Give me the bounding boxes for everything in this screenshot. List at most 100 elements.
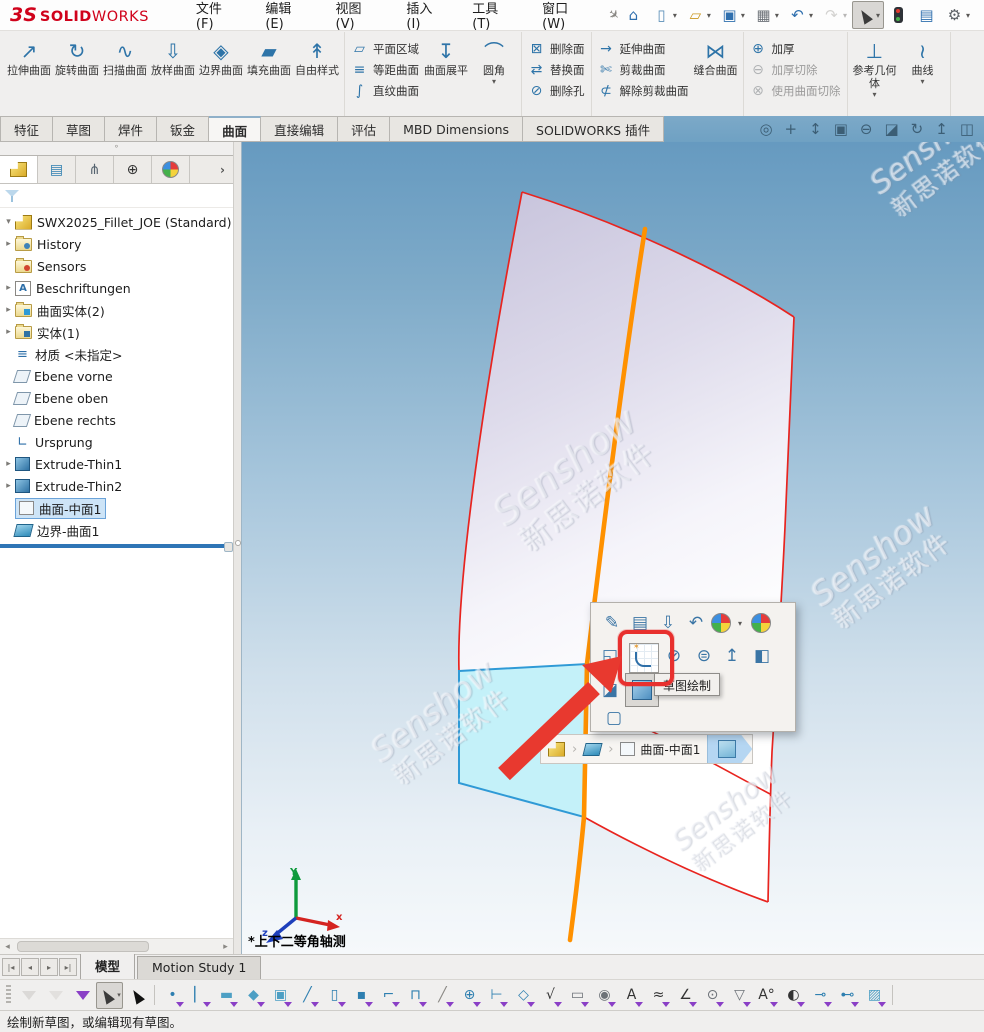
curves-button[interactable]: ≀曲线▾ <box>899 34 947 89</box>
wireframe-view-icon[interactable]: ▢ <box>601 705 627 731</box>
ribbon-tab-item[interactable]: 钣金 <box>157 116 209 142</box>
dropdown-arrow-icon[interactable]: ▾ <box>920 77 924 86</box>
filter-magnified-callouts-icon[interactable]: ⊙ <box>699 982 726 1009</box>
ribbon-tab-item[interactable]: MBD Dimensions <box>390 116 523 142</box>
section-view-icon[interactable]: ◪ <box>884 122 898 137</box>
expand-arrow-icon[interactable]: ▸ <box>2 459 15 469</box>
settings-button[interactable]: ⚙▾ <box>941 1 974 29</box>
breadcrumb-selected-face[interactable] <box>707 735 752 763</box>
dropdown-arrow-icon[interactable]: ▾ <box>117 991 121 999</box>
normal-to-icon[interactable]: ↥ <box>719 643 745 669</box>
panel-horizontal-scrollbar[interactable]: ◂ ▸ <box>0 938 233 954</box>
rotate-view-icon[interactable]: ↻ <box>911 122 924 137</box>
filter-open-contours-icon[interactable]: ⊓ <box>402 982 429 1009</box>
filter-notes-icon[interactable]: A <box>618 982 645 1009</box>
trim-surface-button[interactable]: ✄剪裁曲面 <box>598 60 689 79</box>
filter-weld-beads-icon[interactable]: ≈ <box>645 982 672 1009</box>
filter-balloons-icon[interactable]: ◉ <box>591 982 618 1009</box>
selected-tree-item[interactable]: 曲面-中面1 <box>15 498 106 519</box>
select-button[interactable]: ▾ <box>852 1 884 29</box>
fillet-button[interactable]: ⌒圆角▾ <box>470 34 518 89</box>
tree-item[interactable]: 边界-曲面1 <box>2 519 233 541</box>
delete-hole-button[interactable]: ⊘删除孔 <box>528 81 585 100</box>
filter-solid-bodies-icon[interactable]: ▣ <box>267 982 294 1009</box>
expand-arrow-icon[interactable]: ▸ <box>2 327 15 337</box>
breadcrumb-body[interactable] <box>577 735 608 763</box>
dropdown-arrow-icon[interactable]: ▾ <box>872 90 876 99</box>
tree-item[interactable]: Ebene vorne <box>2 365 233 387</box>
reference-geometry-button[interactable]: ⊥参考几何体▾ <box>851 34 899 102</box>
options-list-button[interactable]: ▤ <box>913 1 940 29</box>
filter-construction-geometry-icon[interactable]: ╱ <box>429 982 456 1009</box>
splitter-knob[interactable] <box>235 540 241 546</box>
filter-toggle-icon[interactable] <box>69 982 96 1009</box>
cut-with-surface-button[interactable]: ⊗使用曲面切除 <box>750 81 841 100</box>
dropdown-arrow-icon[interactable]: ▾ <box>707 11 711 20</box>
swept-surface-button[interactable]: ∿扫描曲面 <box>101 34 149 80</box>
ribbon-tab-item[interactable]: 评估 <box>338 116 390 142</box>
dropdown-arrow-icon[interactable]: ▾ <box>492 77 496 86</box>
filter-coordinate-systems-icon[interactable]: ⊢ <box>483 982 510 1009</box>
toolbar-grip[interactable] <box>6 985 11 1005</box>
filter-blocks-icon[interactable]: ▨ <box>861 982 888 1009</box>
model-canvas[interactable] <box>242 142 984 954</box>
dropdown-arrow-icon[interactable]: ▾ <box>876 11 880 20</box>
scroll-left-icon[interactable]: ◂ <box>0 942 15 952</box>
dropdown-arrow-icon[interactable]: ▾ <box>966 11 970 20</box>
new-document-button[interactable]: ▯▾ <box>648 1 681 29</box>
prev-tab-button[interactable]: ◂ <box>21 958 39 976</box>
extend-surface-button[interactable]: →延伸曲面 <box>598 39 689 58</box>
flatten-surface-button[interactable]: ↧曲面展平 <box>422 34 470 80</box>
interference-check-button[interactable] <box>885 1 912 29</box>
filter-funnel-disabled-icon[interactable] <box>15 982 42 1009</box>
zoom-in-out-icon[interactable]: ↕ <box>809 122 822 137</box>
displaymanager-tab[interactable] <box>152 156 190 183</box>
propertymanager-tab[interactable]: ▤ <box>38 156 76 183</box>
thicken-button[interactable]: ⊕加厚 <box>750 39 841 58</box>
delete-face-button[interactable]: ⊠删除面 <box>528 39 585 58</box>
expand-arrow-icon[interactable]: ▸ <box>2 305 15 315</box>
tree-item[interactable]: ▸实体(1) <box>2 321 233 343</box>
tree-item[interactable]: Ebene oben <box>2 387 233 409</box>
tree-item[interactable]: ▸曲面实体(2) <box>2 299 233 321</box>
filter-dimensions-icon[interactable]: ◇ <box>510 982 537 1009</box>
tree-item[interactable]: ▸ABeschriftungen <box>2 277 233 299</box>
dropdown-arrow-icon[interactable]: ▾ <box>741 11 745 20</box>
filter-reference-planes-icon[interactable]: ▯ <box>321 982 348 1009</box>
ribbon-tab-active[interactable]: 曲面 <box>209 116 261 142</box>
doc-tab-active[interactable]: 模型 <box>80 952 135 979</box>
tree-item[interactable]: ▸History <box>2 233 233 255</box>
featuremanager-tab[interactable] <box>0 156 38 183</box>
feature-tree-root[interactable]: ▾SWX2025_Fillet_JOE (Standard) <<St <box>2 211 233 233</box>
filter-dimension-boxes-icon[interactable]: ▭ <box>564 982 591 1009</box>
last-tab-button[interactable]: ▸| <box>59 958 77 976</box>
boundary-surface-button[interactable]: ◈边界曲面 <box>197 34 245 80</box>
dropdown-arrow-icon[interactable]: ▾ <box>809 11 813 20</box>
configurationmanager-tab[interactable]: ⋔ <box>76 156 114 183</box>
filter-funnel-outline-icon[interactable] <box>42 982 69 1009</box>
ribbon-tab-item[interactable]: 草图 <box>53 116 105 142</box>
ribbon-tab-item[interactable]: 特征 <box>0 116 53 142</box>
normal-to-icon[interactable]: ↥ <box>935 122 948 137</box>
scrollbar-thumb[interactable] <box>17 941 149 952</box>
zoom-to-fit-icon[interactable]: ◎ <box>759 122 772 137</box>
planar-surface-button[interactable]: ▱平面区域 <box>351 39 419 58</box>
panel-expand-arrow-icon[interactable]: › <box>212 156 233 183</box>
display-style-icon[interactable]: ◫ <box>960 122 974 137</box>
lasso-select-button[interactable] <box>123 982 150 1009</box>
zoom-to-selection-icon[interactable]: ⊜ <box>691 643 717 669</box>
expand-arrow-icon[interactable]: ▸ <box>2 283 15 293</box>
material-ball-icon[interactable] <box>751 613 771 633</box>
tree-item[interactable]: ▸Extrude-Thin1 <box>2 453 233 475</box>
pan-icon[interactable]: + <box>785 122 798 137</box>
undo-icon[interactable]: ↶ <box>683 610 709 636</box>
dropdown-arrow-icon[interactable]: ▾ <box>843 11 847 20</box>
breadcrumb-part[interactable] <box>541 735 572 763</box>
view-orientation-icon[interactable]: ◧ <box>749 643 775 669</box>
panel-splitter[interactable] <box>233 142 242 954</box>
filter-surface-bodies-icon[interactable]: ◆ <box>240 982 267 1009</box>
save-button[interactable]: ▣▾ <box>716 1 749 29</box>
first-tab-button[interactable]: |◂ <box>2 958 20 976</box>
rollback-bar[interactable] <box>0 544 233 548</box>
tree-item[interactable]: ≡材质 <未指定> <box>2 343 233 365</box>
